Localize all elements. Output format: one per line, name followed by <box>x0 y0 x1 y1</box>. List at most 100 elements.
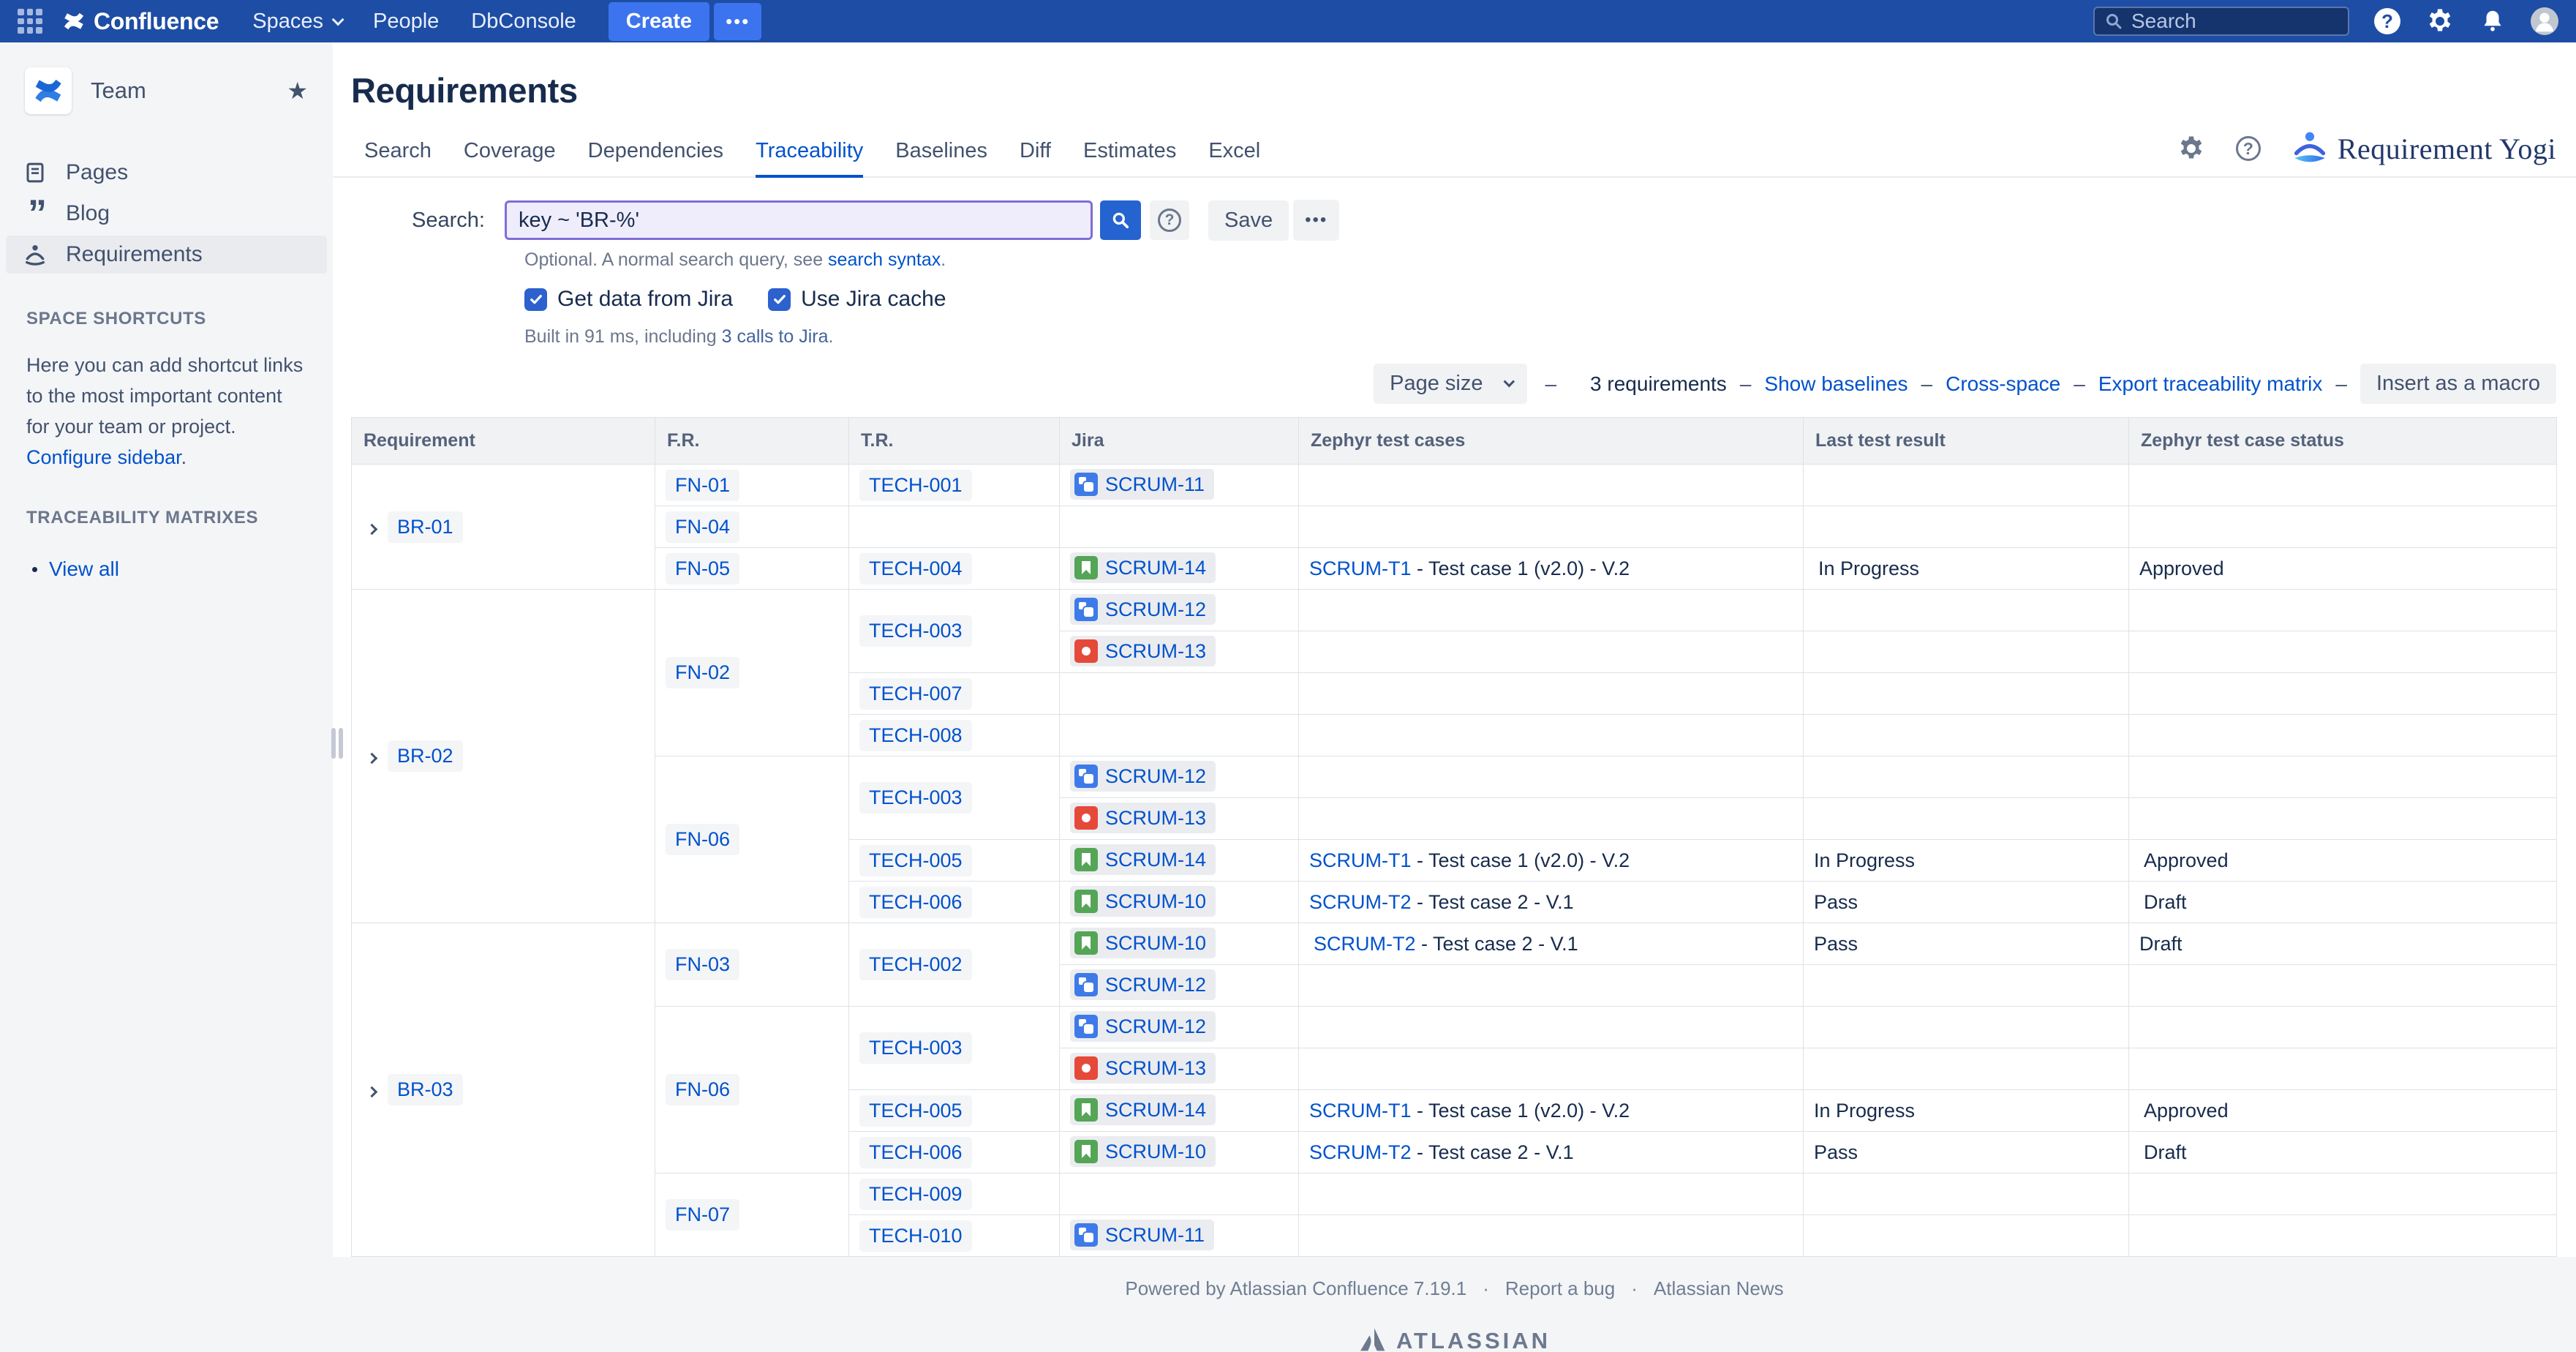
global-search-input[interactable]: Search <box>2093 7 2349 36</box>
requirement-link[interactable]: FN-02 <box>666 657 740 688</box>
requirement-link[interactable]: TECH-009 <box>859 1178 972 1210</box>
jira-issue-link[interactable]: SCRUM-10 <box>1070 886 1216 917</box>
tab-search[interactable]: Search <box>364 139 432 178</box>
requirement-link[interactable]: FN-06 <box>666 1074 740 1105</box>
show-baselines-link[interactable]: Show baselines <box>1764 372 1907 396</box>
requirement-link[interactable]: FN-06 <box>666 824 740 855</box>
tab-dependencies[interactable]: Dependencies <box>588 139 723 178</box>
requirement-link[interactable]: TECH-006 <box>859 1136 972 1168</box>
jira-issue-link[interactable]: SCRUM-10 <box>1070 1136 1216 1167</box>
test-case-link[interactable]: SCRUM-T1 <box>1309 849 1412 871</box>
query-input[interactable] <box>505 200 1093 240</box>
admin-settings-button[interactable] <box>2425 7 2455 36</box>
cross-space-link[interactable]: Cross-space <box>1946 372 2060 396</box>
test-case-link[interactable]: SCRUM-T2 <box>1314 933 1416 955</box>
insert-as-macro-button[interactable]: Insert as a macro <box>2360 364 2556 404</box>
nav-more-button[interactable]: ••• <box>714 2 762 40</box>
jira-issue-link[interactable]: SCRUM-11 <box>1070 1220 1215 1250</box>
save-button[interactable]: Save <box>1208 200 1289 241</box>
empty-cell <box>1803 964 2129 1007</box>
rv-settings-button[interactable] <box>2177 134 2206 163</box>
test-case-link[interactable]: SCRUM-T2 <box>1309 1141 1412 1163</box>
requirement-link[interactable]: TECH-003 <box>859 1032 972 1064</box>
jira-issue-link[interactable]: SCRUM-11 <box>1070 469 1215 500</box>
expand-chevron-icon[interactable] <box>366 523 378 535</box>
jira-issue-link[interactable]: SCRUM-14 <box>1070 1094 1216 1125</box>
requirement-link[interactable]: FN-01 <box>666 469 740 501</box>
requirement-link[interactable]: BR-02 <box>388 740 463 772</box>
test-case-link[interactable]: SCRUM-T2 <box>1309 891 1412 913</box>
test-case-link[interactable]: SCRUM-T1 <box>1309 1100 1412 1122</box>
requirement-link[interactable]: TECH-008 <box>859 719 972 751</box>
view-all-link[interactable]: View all <box>49 557 119 581</box>
requirement-link[interactable]: TECH-007 <box>859 677 972 710</box>
page-title: Requirements <box>351 71 578 110</box>
notifications-button[interactable] <box>2478 7 2507 36</box>
requirement-link[interactable]: TECH-003 <box>859 782 972 814</box>
export-traceability-matrix-link[interactable]: Export traceability matrix <box>2098 372 2323 396</box>
jira-issue-link[interactable]: SCRUM-13 <box>1070 803 1216 833</box>
page-size-select[interactable]: Page size <box>1374 364 1528 404</box>
jira-issue-link[interactable]: SCRUM-13 <box>1070 636 1216 666</box>
requirement-link[interactable]: TECH-006 <box>859 886 972 918</box>
help-button[interactable]: ? <box>2373 7 2402 36</box>
requirement-link[interactable]: TECH-010 <box>859 1220 972 1252</box>
jira-issue-link[interactable]: SCRUM-13 <box>1070 1053 1216 1084</box>
space-logo[interactable] <box>25 67 72 114</box>
tab-coverage[interactable]: Coverage <box>464 139 556 178</box>
search-syntax-link[interactable]: search syntax <box>828 249 941 270</box>
requirement-link[interactable]: BR-01 <box>388 511 463 543</box>
requirement-link[interactable]: FN-04 <box>666 511 740 543</box>
jira-issue-link[interactable]: SCRUM-12 <box>1070 1011 1216 1042</box>
jira-issue-link[interactable]: SCRUM-14 <box>1070 844 1216 875</box>
rv-help-button[interactable]: ? <box>2234 134 2263 163</box>
status-text-cell: Approved <box>2128 1089 2557 1132</box>
sidebar-resize-handle[interactable] <box>331 728 343 759</box>
requirement-link[interactable]: FN-03 <box>666 949 740 980</box>
expand-chevron-icon[interactable] <box>366 752 378 765</box>
nav-dbconsole[interactable]: DbConsole <box>471 10 576 34</box>
app-switcher-icon[interactable] <box>18 9 42 34</box>
form-more-button[interactable]: ••• <box>1293 200 1340 241</box>
jira-issue-link[interactable]: SCRUM-12 <box>1070 594 1216 625</box>
query-help-button[interactable]: ? <box>1150 200 1189 240</box>
report-a-bug-link[interactable]: Report a bug <box>1505 1277 1615 1300</box>
nav-people[interactable]: People <box>373 10 439 34</box>
use-jira-cache-checkbox[interactable]: Use Jira cache <box>768 287 946 312</box>
requirement-link[interactable]: FN-05 <box>666 552 740 585</box>
atlassian-news-link[interactable]: Atlassian News <box>1654 1277 1784 1300</box>
jira-issue-link[interactable]: SCRUM-12 <box>1070 969 1216 1000</box>
tab-excel[interactable]: Excel <box>1208 139 1260 178</box>
configure-sidebar-link[interactable]: Configure sidebar <box>26 446 181 468</box>
test-case-link[interactable]: SCRUM-T1 <box>1309 557 1412 579</box>
requirement-link[interactable]: TECH-004 <box>859 552 972 585</box>
sidebar-item-requirements[interactable]: Requirements <box>6 236 327 274</box>
tab-traceability[interactable]: Traceability <box>756 139 864 178</box>
run-search-button[interactable] <box>1100 200 1141 240</box>
requirement-link[interactable]: TECH-005 <box>859 844 972 876</box>
sidebar-item-pages[interactable]: Pages <box>6 154 327 192</box>
requirement-link[interactable]: TECH-003 <box>859 615 972 647</box>
jira-issue-link[interactable]: SCRUM-12 <box>1070 761 1216 792</box>
tab-estimates[interactable]: Estimates <box>1083 139 1176 178</box>
tab-diff[interactable]: Diff <box>1020 139 1051 178</box>
empty-cell <box>2128 1173 2557 1215</box>
requirement-link[interactable]: TECH-005 <box>859 1094 972 1127</box>
tab-bar: Search Coverage Dependencies Traceability Ba… <box>333 129 2576 178</box>
favorite-star-icon[interactable]: ★ <box>287 77 308 105</box>
nav-spaces[interactable]: Spaces <box>252 10 344 34</box>
user-avatar[interactable] <box>2531 7 2558 35</box>
requirement-link[interactable]: TECH-001 <box>859 469 972 501</box>
get-data-from-jira-checkbox[interactable]: Get data from Jira <box>524 287 733 312</box>
requirement-link[interactable]: FN-07 <box>666 1199 740 1231</box>
requirement-link[interactable]: BR-03 <box>388 1074 463 1105</box>
confluence-logo[interactable]: Confluence <box>61 8 219 35</box>
jira-issue-link[interactable]: SCRUM-14 <box>1070 552 1216 583</box>
tab-baselines[interactable]: Baselines <box>895 139 987 178</box>
requirement-link[interactable]: TECH-002 <box>859 949 972 980</box>
expand-chevron-icon[interactable] <box>366 1086 378 1098</box>
create-button[interactable]: Create <box>608 1 710 41</box>
jira-issue-link[interactable]: SCRUM-10 <box>1070 928 1216 958</box>
sidebar-item-blog[interactable]: ” Blog <box>6 195 327 233</box>
calls-to-jira-link[interactable]: 3 calls to Jira <box>722 326 829 347</box>
